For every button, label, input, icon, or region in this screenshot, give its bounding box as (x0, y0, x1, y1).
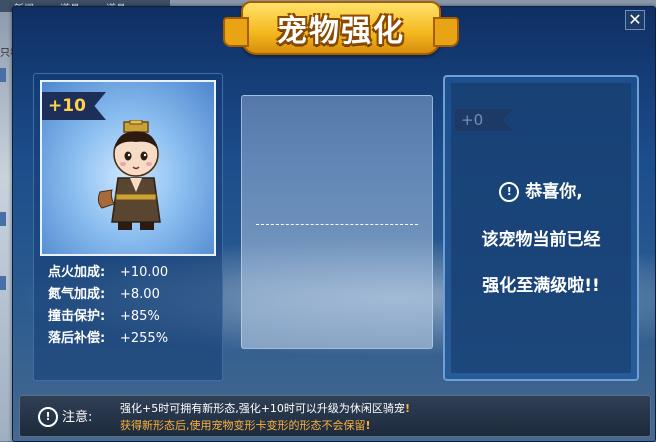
pet-character-icon (97, 120, 161, 230)
background-sidebar-mark (0, 276, 6, 290)
pet-enhance-dialog: 宠物强化 ✕ +10 点火加成: +10.00 氮气加成: +8.00 撞击保护… (12, 1, 656, 442)
title-banner: 宠物强化 (223, 1, 459, 55)
stat-row: 氮气加成: +8.00 (48, 284, 218, 306)
notice-line2: 获得新形态后,使用宠物变形卡变形的形态不会保留! (120, 417, 371, 433)
close-icon: ✕ (628, 10, 642, 29)
pet-stats: 点火加成: +10.00 氮气加成: +8.00 撞击保护: +85% 落后补偿… (48, 262, 218, 350)
stat-value: +8.00 (120, 287, 160, 302)
result-message-line3: 强化至满级啦!! (482, 276, 600, 296)
notice-warn-mark: ! (404, 402, 410, 415)
stat-row: 点火加成: +10.00 (48, 262, 218, 284)
result-level-badge: +0 (455, 109, 513, 131)
stat-label: 撞击保护: (48, 309, 106, 324)
stat-row: 撞击保护: +85% (48, 306, 218, 328)
result-panel: +0 ! 恭喜你, 该宠物当前已经 强化至满级啦!! (443, 75, 639, 381)
notice-line1-text: 强化+5时可拥有新形态,强化+10时可以升级为休闲区骑宠 (120, 402, 405, 415)
dotted-divider (256, 224, 418, 225)
pet-card[interactable]: +10 (40, 80, 216, 256)
notice-line1: 强化+5时可拥有新形态,强化+10时可以升级为休闲区骑宠! (120, 400, 410, 416)
pet-level-badge: +10 (42, 92, 106, 120)
close-button[interactable]: ✕ (625, 10, 645, 30)
stat-value: +10.00 (120, 265, 169, 280)
stat-label: 落后补偿: (48, 331, 106, 346)
stat-value: +255% (120, 331, 169, 346)
background-sidebar-mark (0, 68, 6, 82)
result-message-text: 恭喜你, (525, 182, 583, 202)
result-message-line1: ! 恭喜你, (451, 177, 631, 202)
notice-warn-mark: ! (365, 419, 371, 432)
stat-value: +85% (120, 309, 160, 324)
notice-label: 注意: (62, 410, 93, 425)
warning-icon: ! (38, 407, 58, 427)
dialog-title: 宠物强化 (277, 14, 405, 49)
banner-wing-right (433, 17, 459, 47)
result-panel-inner: +0 ! 恭喜你, 该宠物当前已经 强化至满级啦!! (451, 83, 631, 373)
info-icon: ! (499, 182, 520, 202)
pet-panel: +10 点火加成: +10.00 氮气加成: +8.00 撞击保护: +85% … (33, 73, 223, 381)
stat-label: 氮气加成: (48, 287, 106, 302)
material-slot-panel (241, 95, 433, 349)
stat-row: 落后补偿: +255% (48, 328, 218, 350)
notice-line2-text: 获得新形态后,使用宠物变形卡变形的形态不会保留 (120, 419, 366, 432)
notice-bar: ! 注意: 强化+5时可拥有新形态,强化+10时可以升级为休闲区骑宠! 获得新形… (19, 395, 651, 437)
stat-label: 点火加成: (48, 265, 106, 280)
result-message-line2: 该宠物当前已经 (481, 230, 601, 250)
banner-wing-left (223, 17, 249, 47)
background-sidebar-mark (0, 212, 6, 226)
